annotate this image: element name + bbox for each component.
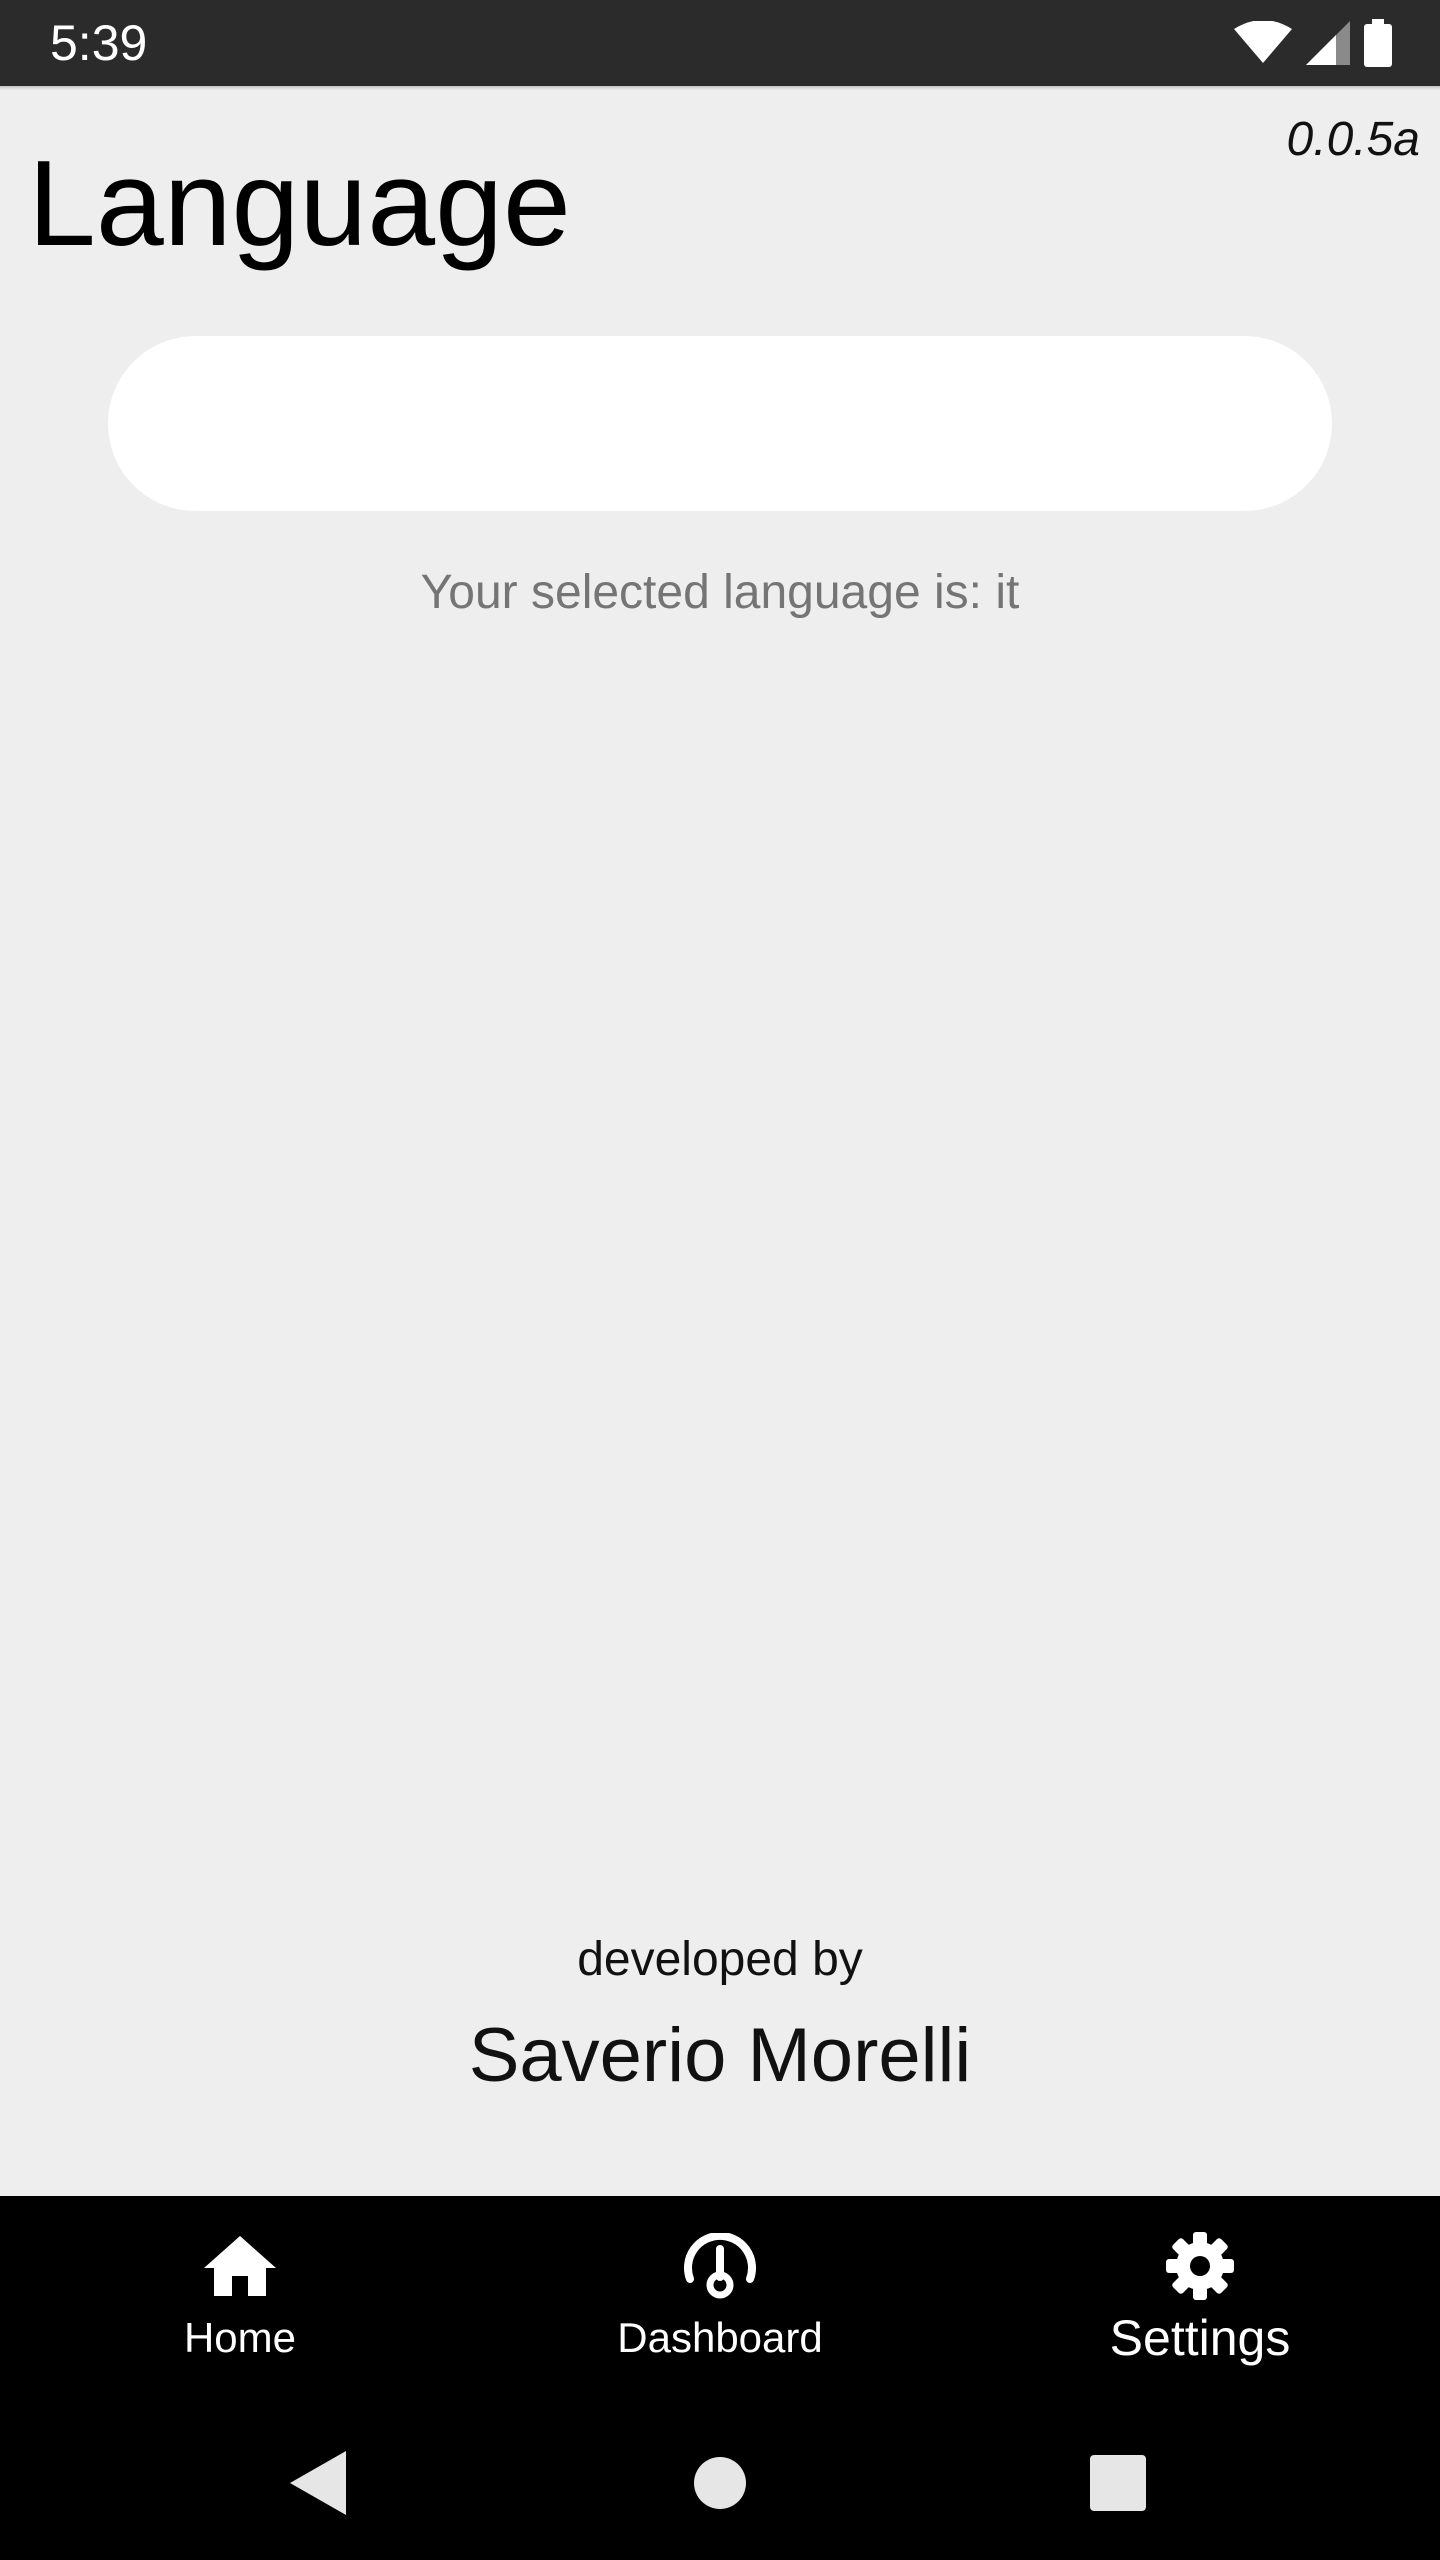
nav-item-dashboard[interactable]: Dashboard: [480, 2196, 960, 2406]
nav-label-settings: Settings: [1109, 2310, 1291, 2366]
nav-label-dashboard: Dashboard: [617, 2314, 823, 2361]
wifi-icon: [1234, 21, 1292, 65]
status-bar: 5:39: [0, 0, 1440, 90]
nav-item-settings[interactable]: Settings: [960, 2196, 1440, 2406]
home-icon: [204, 2228, 276, 2304]
signal-icon: [1306, 21, 1350, 65]
status-time: 5:39: [50, 15, 148, 71]
recents-icon[interactable]: [1083, 2448, 1153, 2518]
developer-name: Saverio Morelli: [468, 2013, 972, 2098]
language-select-field[interactable]: [108, 336, 1332, 511]
selected-language-text: Your selected language is: it: [420, 566, 1020, 619]
page-title: Language: [28, 135, 571, 271]
dashboard-icon: [682, 2228, 758, 2304]
status-icons: [1234, 18, 1392, 68]
app-version: 0.0.5a: [1286, 113, 1420, 166]
gear-icon: [1166, 2228, 1234, 2304]
system-navigation-bar: [0, 2406, 1440, 2560]
bottom-navigation: Home Dashboard Settings: [0, 2196, 1440, 2406]
battery-icon: [1364, 19, 1392, 67]
home-circle-icon[interactable]: [685, 2448, 755, 2518]
nav-item-home[interactable]: Home: [0, 2196, 480, 2406]
developed-by-label: developed by: [577, 1933, 863, 1986]
back-icon[interactable]: [283, 2448, 353, 2518]
nav-label-home: Home: [183, 2314, 297, 2361]
